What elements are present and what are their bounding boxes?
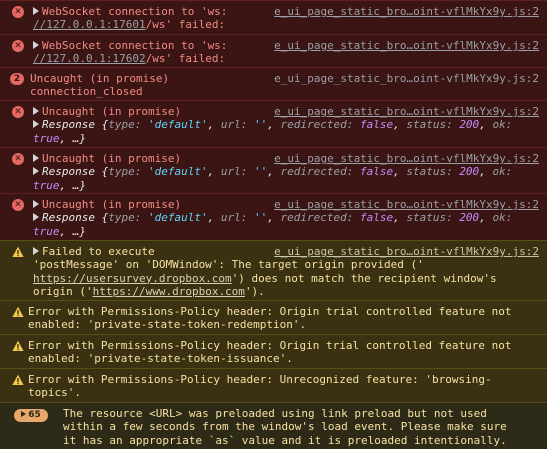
message-text: WebSocket connection to 'ws: [42,5,228,18]
expand-triangle-icon[interactable] [33,41,39,49]
message-text: Error with Permissions-Policy header: Or… [28,339,512,352]
warning-icon [12,374,24,385]
usersurvey-link[interactable]: https://usersurvey.dropbox.com [33,272,232,285]
repeat-count-badge[interactable]: 65 [14,409,48,422]
message-text: WebSocket connection to 'ws: [42,39,228,52]
expand-triangle-icon[interactable] [33,247,39,255]
websocket-url-link[interactable]: //127.0.0.1:17602 [33,52,146,65]
console-message-uncaught[interactable]: 2 e_ui_page_static_bro…oint-vflMkYx9y.js… [0,67,547,100]
message-text: connection_closed [30,85,143,99]
message-text: within a few seconds from the window's l… [63,420,507,434]
source-link[interactable]: e_ui_page_static_bro…oint-vflMkYx9y.js:2 [274,5,539,18]
console-message-uncaught-response[interactable]: ✕ e_ui_page_static_bro…oint-vflMkYx9y.js… [0,193,547,240]
console-message-permissions-policy-warning[interactable]: Error with Permissions-Policy header: Or… [0,334,547,368]
error-icon: ✕ [12,199,24,211]
source-link[interactable]: e_ui_page_static_bro…oint-vflMkYx9y.js:2 [274,152,539,165]
console-message-websocket-error[interactable]: ✕ e_ui_page_static_bro…oint-vflMkYx9y.js… [0,0,547,34]
message-text: Uncaught (in promise) [42,152,182,165]
source-link[interactable]: e_ui_page_static_bro…oint-vflMkYx9y.js:2 [274,105,539,118]
console-message-uncaught-response[interactable]: ✕ e_ui_page_static_bro…oint-vflMkYx9y.js… [0,147,547,193]
message-text: it has an appropriate `as` value and it … [63,433,507,447]
message-text: Failed to execute [42,245,155,258]
expand-triangle-icon[interactable] [33,7,39,15]
error-icon: ✕ [12,40,24,52]
expand-triangle-icon[interactable] [33,107,39,115]
warning-icon [12,340,24,351]
source-link[interactable]: e_ui_page_static_bro…oint-vflMkYx9y.js:2 [274,245,539,258]
message-text: The resource <URL> was preloaded using l… [63,407,487,420]
message-text: enabled: 'private-state-token-issuance'. [28,352,293,366]
expand-triangle-icon[interactable] [33,120,39,129]
message-text: /ws' failed: [145,52,226,66]
console-message-permissions-policy-warning[interactable]: Error with Permissions-Policy header: Un… [0,368,547,402]
source-link[interactable]: e_ui_page_static_bro…oint-vflMkYx9y.js:2 [274,72,539,85]
message-text: Uncaught (in promise) [42,105,182,118]
error-icon: ✕ [12,6,24,18]
message-text: topics'. [28,386,81,400]
expand-triangle-icon[interactable] [33,213,39,222]
repeat-count-badge: 2 [10,73,24,85]
source-link[interactable]: e_ui_page_static_bro…oint-vflMkYx9y.js:2 [274,198,539,211]
console-message-preload-warning[interactable]: 65 The resource <URL> was preloaded usin… [0,402,547,449]
expand-triangle-icon [21,411,27,417]
error-icon: ✕ [12,106,24,118]
expand-triangle-icon[interactable] [33,154,39,162]
message-text: 'postMessage' on 'DOMWindow': The target… [33,258,424,272]
message-text: Error with Permissions-Policy header: Or… [28,305,512,318]
message-text: /ws' failed: [145,18,226,32]
console-message-postmessage-warning[interactable]: e_ui_page_static_bro…oint-vflMkYx9y.js:2… [0,240,547,300]
source-link[interactable]: e_ui_page_static_bro…oint-vflMkYx9y.js:2 [274,39,539,52]
response-object[interactable]: Response {type: 'default', url: '', redi… [33,118,539,131]
console-panel: ✕ e_ui_page_static_bro…oint-vflMkYx9y.js… [0,0,547,449]
console-message-permissions-policy-warning[interactable]: Error with Permissions-Policy header: Or… [0,300,547,334]
warning-icon [12,246,24,257]
message-text: enabled: 'private-state-token-redemption… [28,318,307,332]
dropbox-link[interactable]: https://www.dropbox.com [93,285,245,298]
console-message-uncaught-response[interactable]: ✕ e_ui_page_static_bro…oint-vflMkYx9y.js… [0,100,547,147]
response-object[interactable]: Response {type: 'default', url: '', redi… [33,165,539,178]
console-message-websocket-error[interactable]: ✕ e_ui_page_static_bro…oint-vflMkYx9y.js… [0,34,547,67]
websocket-url-link[interactable]: //127.0.0.1:17601 [33,18,146,31]
message-text: Error with Permissions-Policy header: Un… [28,373,492,386]
expand-triangle-icon[interactable] [33,200,39,208]
warning-icon [12,306,24,317]
error-icon: ✕ [12,153,24,165]
expand-triangle-icon[interactable] [33,167,39,176]
response-object[interactable]: Response {type: 'default', url: '', redi… [33,211,539,224]
message-text: Uncaught (in promise) [42,198,182,211]
